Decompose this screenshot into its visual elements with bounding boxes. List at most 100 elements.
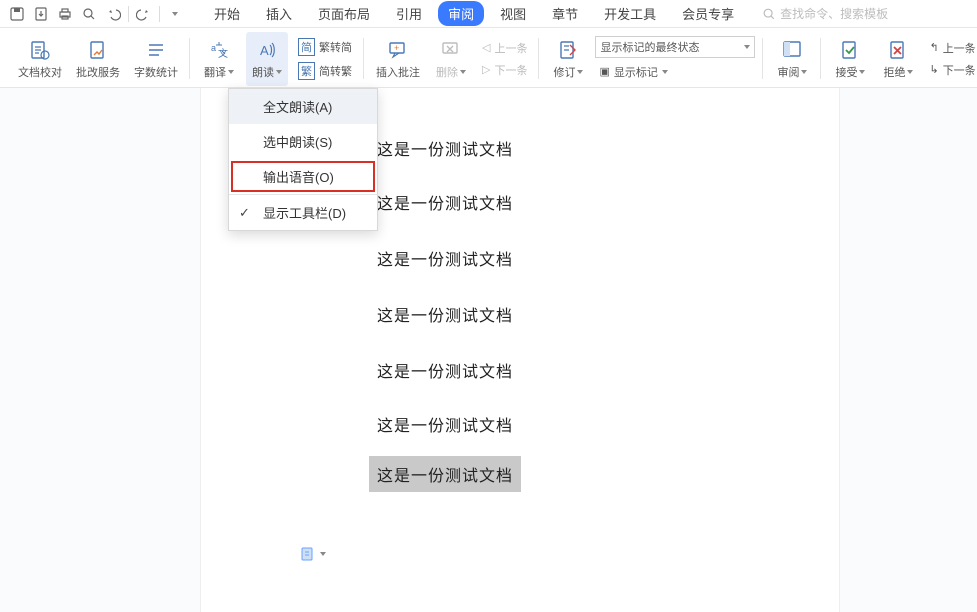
reject-label: 拒绝 [883, 64, 913, 80]
tab-start[interactable]: 开始 [204, 1, 250, 26]
quick-access-toolbar [6, 3, 186, 25]
read-aloud-label: 朗读 [252, 64, 282, 80]
track-changes-icon [556, 38, 580, 62]
qat-dropdown-icon[interactable] [164, 3, 186, 25]
trad-to-simp-button[interactable]: 简繁转简 [294, 36, 356, 58]
proof-label: 文档校对 [18, 64, 62, 80]
read-aloud-button[interactable]: A 朗读 [246, 32, 288, 86]
review-pane-label: 审阅 [777, 64, 807, 80]
paragraph[interactable]: 这是一份测试文档 [377, 412, 513, 436]
proof-button[interactable]: 文档校对 [14, 32, 66, 86]
chevron-down-icon [662, 70, 668, 74]
check-icon: ✓ [239, 205, 250, 221]
group-tracking: 修订 显示标记的最终状态 ▣显示标记 [539, 30, 763, 87]
chevron-down-icon [744, 45, 750, 49]
accept-icon [838, 38, 862, 62]
export-icon[interactable] [30, 3, 52, 25]
paragraph[interactable]: 这是一份测试文档 [377, 246, 513, 270]
display-stack: 显示标记的最终状态 ▣显示标记 [595, 36, 755, 82]
next-icon: ▷ [482, 63, 490, 76]
ribbon: 文档校对 批改服务 字数统计 a文 翻译 A 朗读 简繁转简 繁简转繁 + 插入… [0, 28, 977, 88]
insert-comment-label: 插入批注 [376, 64, 420, 80]
prev-icon: ◁ [482, 41, 490, 54]
tab-layout[interactable]: 页面布局 [308, 1, 380, 26]
accept-label: 接受 [835, 64, 865, 80]
chevron-down-icon [228, 70, 234, 74]
paragraph[interactable]: 这是一份测试文档 [377, 302, 513, 326]
tab-member[interactable]: 会员专享 [672, 1, 744, 26]
paragraph-selected[interactable]: 这是一份测试文档 [369, 456, 521, 492]
search-box[interactable]: 查找命令、搜索模板 [762, 5, 888, 22]
change-nav-stack: ↰上一条 ↳下一条 [925, 38, 977, 80]
prev-comment-button[interactable]: ◁上一条 [478, 38, 531, 58]
track-changes-label: 修订 [553, 64, 583, 80]
chevron-down-icon [320, 552, 326, 556]
track-changes-button[interactable]: 修订 [547, 32, 589, 86]
menu-output-voice[interactable]: 输出语音(O) [229, 159, 377, 194]
convert-stack: 简繁转简 繁简转繁 [294, 36, 356, 82]
display-state-combo[interactable]: 显示标记的最终状态 [595, 36, 755, 58]
menu-show-toolbar[interactable]: ✓ 显示工具栏(D) [229, 195, 377, 230]
svg-text:a: a [211, 43, 216, 53]
menu-read-all[interactable]: 全文朗读(A) [229, 89, 377, 124]
comment-nav-stack: ◁上一条 ▷下一条 [478, 38, 531, 80]
title-bar: 开始 插入 页面布局 引用 审阅 视图 章节 开发工具 会员专享 查找命令、搜索… [0, 0, 977, 28]
display-state-value: 显示标记的最终状态 [600, 39, 699, 55]
chevron-down-icon [907, 70, 913, 74]
next-change-icon: ↳ [929, 63, 938, 76]
proof-icon [28, 38, 52, 62]
tab-review[interactable]: 审阅 [438, 1, 484, 26]
accept-button[interactable]: 接受 [829, 32, 871, 86]
prev-change-button[interactable]: ↰上一条 [925, 38, 977, 58]
translate-label: 翻译 [204, 64, 234, 80]
tab-insert[interactable]: 插入 [256, 1, 302, 26]
markup-icon: ▣ [599, 65, 609, 78]
batch-icon [86, 38, 110, 62]
insert-comment-button[interactable]: + 插入批注 [372, 32, 424, 86]
batch-button[interactable]: 批改服务 [72, 32, 124, 86]
next-change-button[interactable]: ↳下一条 [925, 60, 977, 80]
tab-chapter[interactable]: 章节 [542, 1, 588, 26]
simp-to-trad-button[interactable]: 繁简转繁 [294, 60, 356, 82]
preview-icon[interactable] [78, 3, 100, 25]
svg-text:文: 文 [218, 47, 228, 60]
group-comments: + 插入批注 删除 ◁上一条 ▷下一条 [364, 30, 539, 87]
paragraph[interactable]: 这是一份测试文档 [377, 190, 513, 214]
read-aloud-menu: 全文朗读(A) 选中朗读(S) 输出语音(O) ✓ 显示工具栏(D) [228, 88, 378, 231]
wordcount-label: 字数统计 [134, 64, 178, 80]
svg-text:A: A [260, 43, 269, 58]
trad-glyph-icon: 繁 [298, 62, 315, 80]
delete-comment-button[interactable]: 删除 [430, 32, 472, 86]
paragraph[interactable]: 这是一份测试文档 [377, 136, 513, 160]
reject-button[interactable]: 拒绝 [877, 32, 919, 86]
save-icon[interactable] [6, 3, 28, 25]
batch-label: 批改服务 [76, 64, 120, 80]
svg-text:+: + [394, 43, 399, 53]
chevron-down-icon [577, 70, 583, 74]
wordcount-icon [144, 38, 168, 62]
tab-view[interactable]: 视图 [490, 1, 536, 26]
paragraph[interactable]: 这是一份测试文档 [377, 358, 513, 382]
show-markup-button[interactable]: ▣显示标记 [595, 62, 755, 82]
group-review-pane: 审阅 [763, 30, 821, 87]
redo-icon[interactable] [133, 3, 155, 25]
review-pane-button[interactable]: 审阅 [771, 32, 813, 86]
print-icon[interactable] [54, 3, 76, 25]
undo-icon[interactable] [102, 3, 124, 25]
comment-icon: + [386, 38, 410, 62]
chevron-down-icon [801, 70, 807, 74]
wordcount-button[interactable]: 字数统计 [130, 32, 182, 86]
chevron-down-icon [276, 70, 282, 74]
group-language: a文 翻译 A 朗读 简繁转简 繁简转繁 [190, 30, 364, 87]
translate-icon: a文 [207, 38, 231, 62]
paste-options-button[interactable] [300, 546, 326, 562]
tab-dev[interactable]: 开发工具 [594, 1, 666, 26]
next-comment-button[interactable]: ▷下一条 [478, 60, 531, 80]
group-changes: 接受 拒绝 ↰上一条 ↳下一条 [821, 30, 977, 87]
separator [159, 6, 160, 22]
menu-read-selection[interactable]: 选中朗读(S) [229, 124, 377, 159]
separator [128, 6, 129, 22]
tab-ref[interactable]: 引用 [386, 1, 432, 26]
search-placeholder: 查找命令、搜索模板 [780, 5, 888, 22]
translate-button[interactable]: a文 翻译 [198, 32, 240, 86]
